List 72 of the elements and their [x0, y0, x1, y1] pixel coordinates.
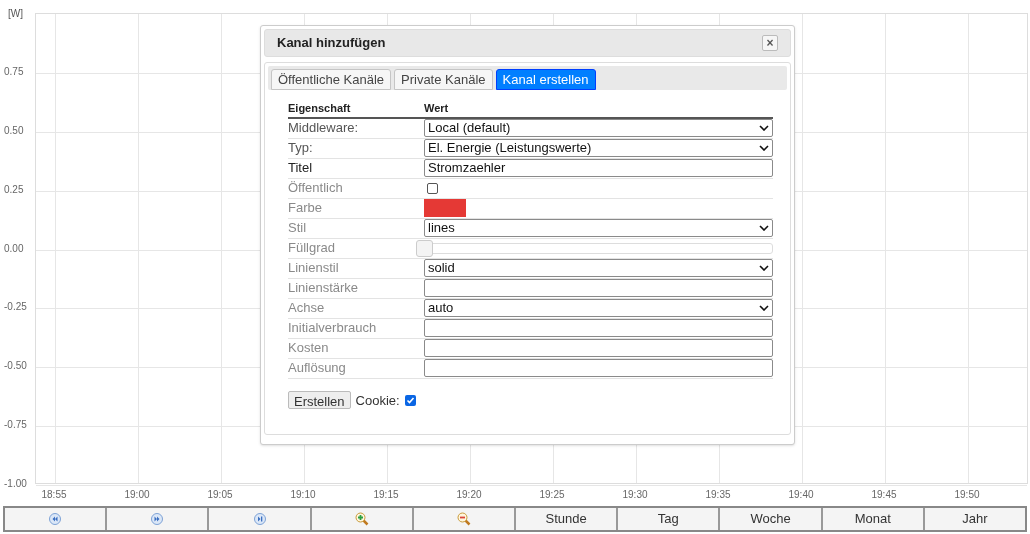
x-axis-label: 19:50 [953, 488, 981, 502]
property-label: Achse [288, 299, 326, 318]
y-axis-label: 0.00 [4, 242, 24, 255]
cookie-label: Cookie: [355, 391, 400, 410]
tab[interactable]: Kanal erstellen [495, 69, 596, 90]
property-label: Öffentlich [288, 179, 344, 198]
dropdown[interactable]: Local (default) [424, 119, 773, 137]
property-label: Auflösung [288, 359, 347, 378]
tab[interactable]: Private Kanäle [394, 69, 493, 90]
x-axis-label: 18:55 [40, 488, 68, 502]
input-field[interactable]: Stromzaehler [424, 159, 773, 177]
property-label: Initialverbrauch [288, 319, 378, 338]
y-axis-label: -0.50 [4, 360, 27, 373]
range-button[interactable]: Woche [720, 508, 823, 530]
slider[interactable] [416, 239, 773, 257]
fast-forward-icon [151, 513, 164, 525]
nav-button[interactable] [311, 508, 414, 530]
property-label: Stil [288, 219, 308, 238]
property-label: Middleware: [288, 119, 360, 138]
chevron-down-icon [759, 305, 769, 311]
y-axis-label: -0.25 [4, 301, 27, 314]
x-axis-label: 19:00 [123, 488, 151, 502]
nav-button[interactable] [209, 508, 312, 530]
create-button[interactable]: Erstellen [288, 391, 351, 410]
property-label: Typ: [288, 139, 314, 158]
property-label: Füllgrad [288, 239, 336, 258]
x-axis-label: 19:15 [372, 488, 400, 502]
input-field[interactable] [424, 279, 773, 297]
y-axis-label: 0.50 [4, 124, 24, 137]
y-axis-label: -1.00 [4, 478, 27, 490]
input-field[interactable] [424, 359, 773, 377]
x-axis-label: 19:25 [538, 488, 566, 502]
column-header: Eigenschaft [288, 101, 352, 116]
chevron-down-icon [759, 145, 769, 151]
property-label: Titel [288, 159, 314, 178]
x-axis-label: 19:45 [870, 488, 898, 502]
y-axis-label: 0.25 [4, 183, 24, 196]
x-axis-label: 19:35 [704, 488, 732, 502]
tab[interactable]: Öffentliche Kanäle [271, 69, 391, 90]
close-button[interactable]: × [762, 35, 778, 51]
x-axis-label: 19:10 [289, 488, 317, 502]
dropdown[interactable]: El. Energie (Leistungswerte) [424, 139, 773, 157]
axis-unit: [W] [8, 7, 23, 21]
input-field[interactable] [424, 319, 773, 337]
property-label: Farbe [288, 199, 323, 218]
y-axis-label: -0.75 [4, 419, 27, 432]
nav-button[interactable] [107, 508, 210, 530]
nav-button[interactable] [413, 508, 516, 530]
y-axis-label: 0.75 [4, 65, 24, 78]
chevron-down-icon [759, 225, 769, 231]
property-label: Linienstärke [288, 279, 360, 298]
zoom-in-icon [354, 512, 369, 526]
range-button[interactable]: Stunde [516, 508, 619, 530]
property-label: Linienstil [288, 259, 340, 278]
rewind-icon [49, 513, 62, 525]
nav-button[interactable] [5, 508, 108, 530]
dialog-title: Kanal hinzufügen [277, 34, 386, 53]
range-button[interactable]: Monat [822, 508, 925, 530]
x-axis-label: 19:30 [621, 488, 649, 502]
input-field[interactable] [424, 339, 773, 357]
x-axis-label: 19:40 [787, 488, 815, 502]
chevron-down-icon [759, 125, 769, 131]
x-axis-label: 19:05 [206, 488, 234, 502]
checkbox[interactable] [404, 394, 416, 406]
chevron-down-icon [759, 265, 769, 271]
property-label: Kosten [288, 339, 330, 358]
column-header: Wert [424, 101, 449, 116]
zoom-out-icon [456, 512, 471, 526]
skip-end-icon [253, 513, 266, 525]
x-axis-label: 19:20 [455, 488, 483, 502]
range-button[interactable]: Tag [618, 508, 721, 530]
range-button[interactable]: Jahr [924, 508, 1026, 530]
